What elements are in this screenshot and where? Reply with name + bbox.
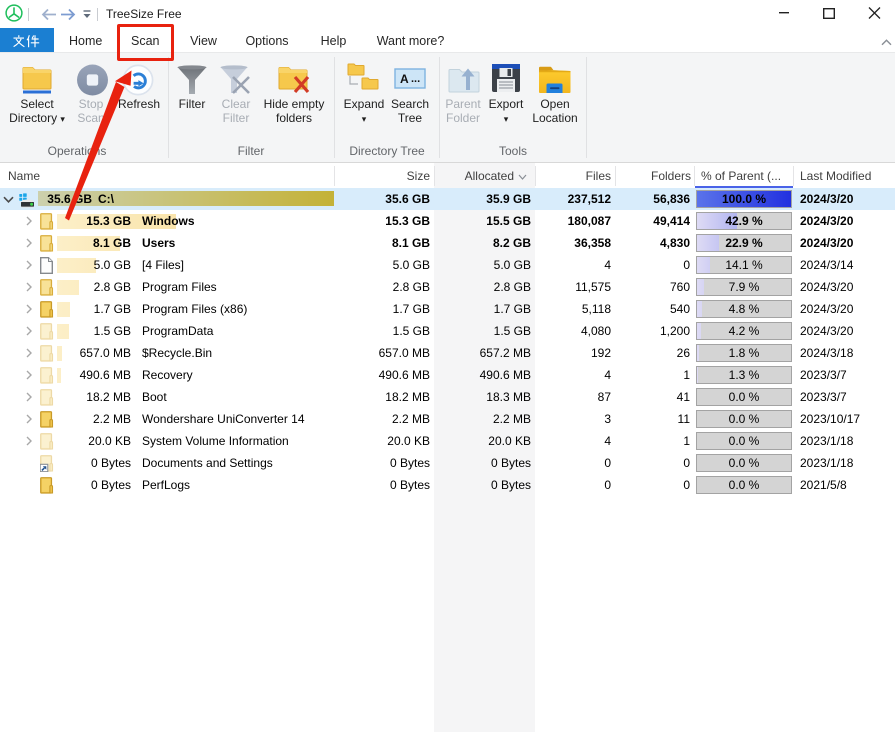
svg-text:A: A xyxy=(400,72,409,86)
svg-text:...: ... xyxy=(411,73,420,85)
